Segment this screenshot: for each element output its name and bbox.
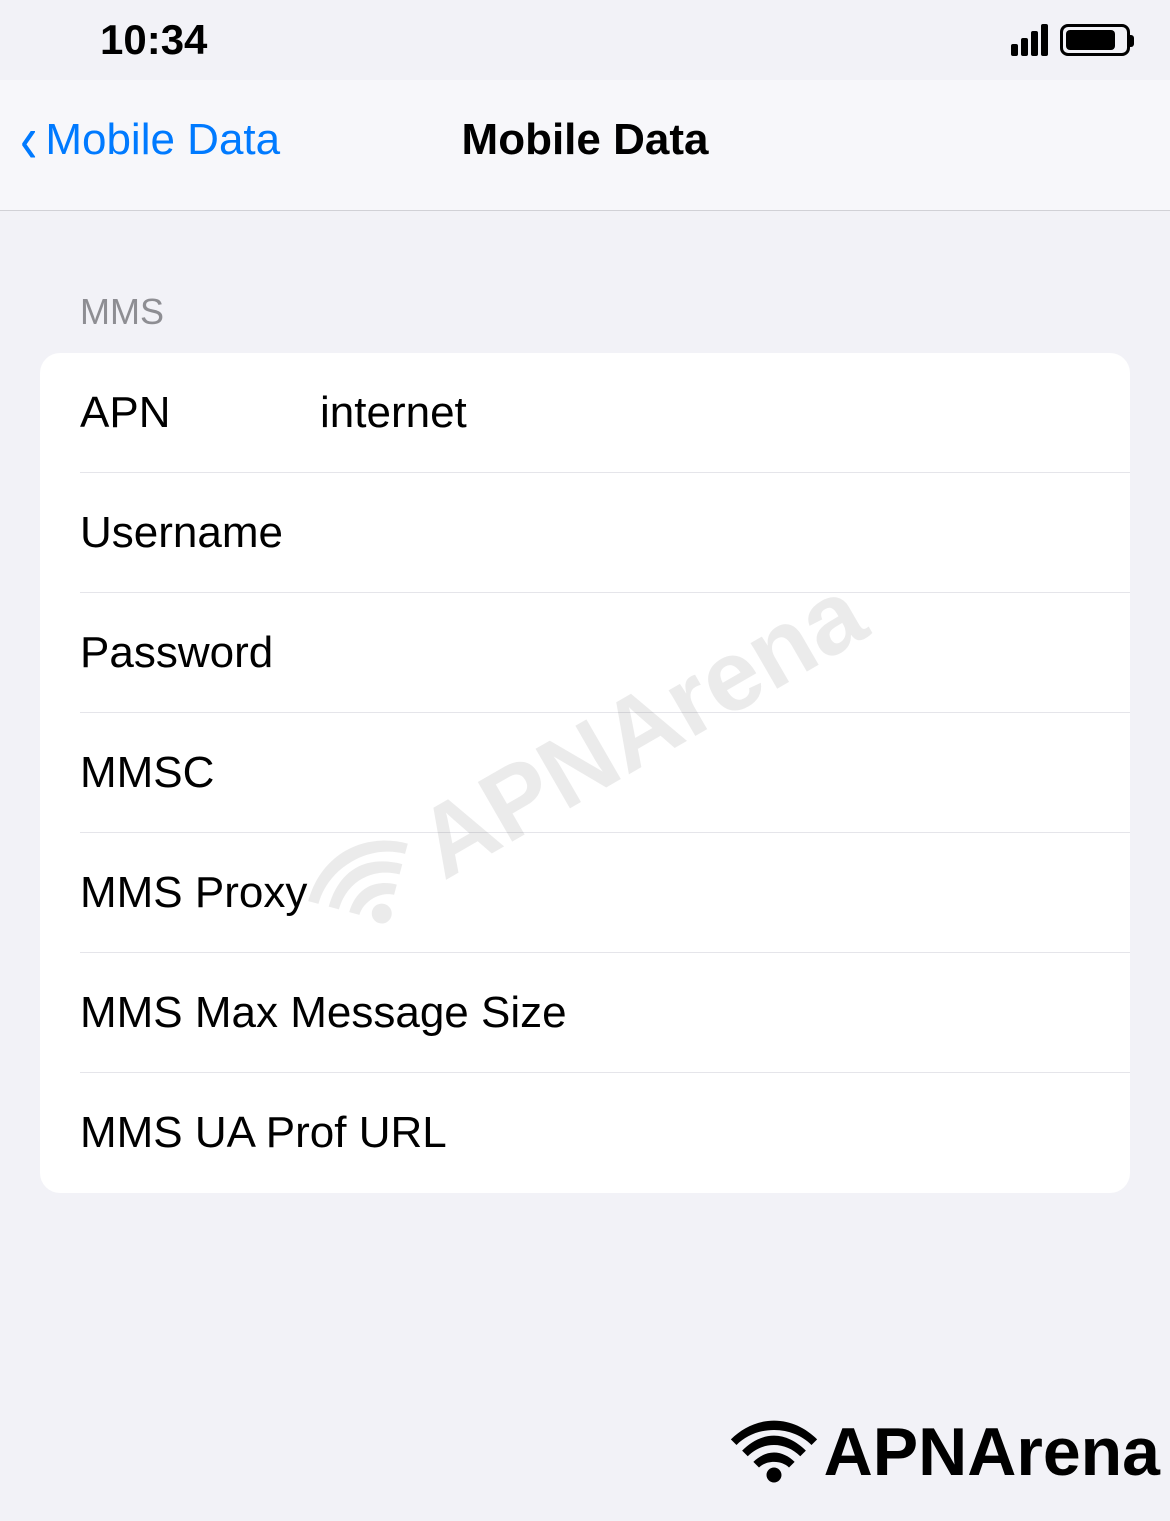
row-password[interactable]: Password [40,593,1130,713]
signal-icon [1011,24,1048,56]
row-apn[interactable]: APN [40,353,1130,473]
back-label: Mobile Data [45,115,280,165]
row-mmsc[interactable]: MMSC [40,713,1130,833]
section-header-mms: MMS [0,211,1170,353]
label-mms-max-size: MMS Max Message Size [80,988,567,1038]
input-mmsc[interactable] [320,748,1090,798]
label-mms-ua-prof: MMS UA Prof URL [80,1108,447,1158]
settings-group-mms: APN Username Password MMSC MMS Proxy MMS… [40,353,1130,1193]
label-mms-proxy: MMS Proxy [80,868,307,918]
input-mms-proxy[interactable] [307,868,1090,918]
input-mms-ua-prof[interactable] [447,1108,1090,1158]
battery-icon [1060,24,1130,56]
nav-title: Mobile Data [462,115,709,165]
row-mms-max-size[interactable]: MMS Max Message Size [40,953,1130,1073]
row-mms-ua-prof[interactable]: MMS UA Prof URL [40,1073,1130,1193]
input-username[interactable] [320,508,1090,558]
label-apn: APN [80,388,320,438]
status-time: 10:34 [100,16,207,64]
label-mmsc: MMSC [80,748,320,798]
label-password: Password [80,628,320,678]
input-apn[interactable] [320,388,1090,438]
nav-bar: ‹ Mobile Data Mobile Data [0,80,1170,211]
footer-logo: APNArena [729,1413,1160,1491]
label-username: Username [80,508,320,558]
wifi-icon [729,1415,819,1490]
row-mms-proxy[interactable]: MMS Proxy [40,833,1130,953]
input-mms-max-size[interactable] [567,988,1130,1038]
back-button[interactable]: ‹ Mobile Data [20,110,280,170]
chevron-left-icon: ‹ [20,101,37,179]
status-bar: 10:34 [0,0,1170,80]
input-password[interactable] [320,628,1090,678]
status-icons [1011,24,1130,56]
row-username[interactable]: Username [40,473,1130,593]
